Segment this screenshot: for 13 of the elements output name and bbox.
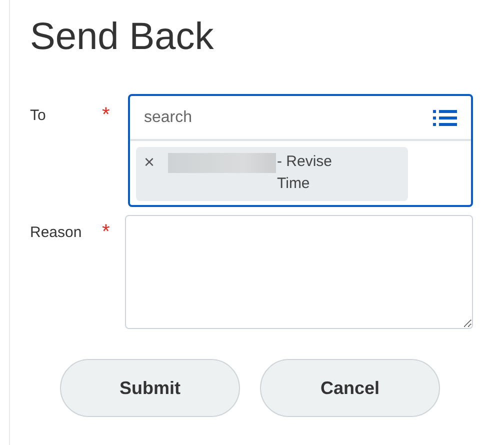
list-icon[interactable] — [433, 108, 457, 126]
field-label: Reason — [30, 223, 83, 241]
page-title: Send Back — [30, 15, 215, 60]
search-field[interactable]: search — [144, 108, 433, 126]
remove-button[interactable]: × — [144, 151, 168, 195]
reason-field[interactable] — [125, 215, 473, 329]
action-button[interactable]: Submit — [60, 359, 240, 417]
field-label: To — [30, 106, 47, 124]
required-mark: * — [102, 220, 111, 242]
recipient-select[interactable]: search × - Revise Time — [128, 94, 473, 207]
token-text: - Revise Time — [277, 152, 334, 194]
required-mark: * — [102, 103, 111, 125]
action-button[interactable]: Cancel — [260, 359, 440, 417]
